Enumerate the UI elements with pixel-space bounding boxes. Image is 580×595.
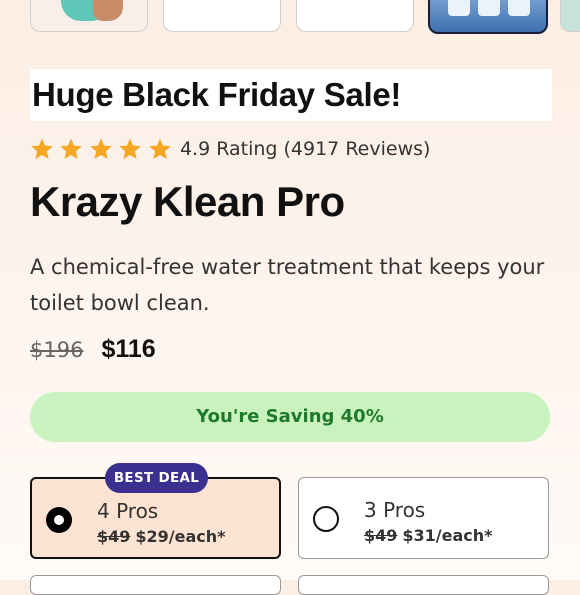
bundle-option-next[interactable] bbox=[30, 575, 281, 595]
product-pack-image bbox=[478, 0, 500, 16]
thumbnail-3[interactable] bbox=[296, 0, 414, 32]
star-icon bbox=[90, 138, 112, 159]
hand-image bbox=[93, 0, 123, 21]
product-description: A chemical-free water treatment that kee… bbox=[30, 255, 545, 315]
radio-selected[interactable] bbox=[46, 507, 72, 533]
rating-row[interactable]: 4.9 Rating (4917 Reviews) bbox=[30, 135, 430, 163]
option-unit-price: $29/each* bbox=[135, 527, 226, 546]
product-pack-image bbox=[508, 0, 530, 16]
bundle-option-next[interactable] bbox=[298, 575, 549, 595]
rating-text: 4.9 Rating (4917 Reviews) bbox=[179, 138, 431, 160]
thumbnail-2[interactable] bbox=[163, 0, 281, 32]
thumbnail-5[interactable] bbox=[560, 0, 580, 32]
option-old-price: $49 bbox=[97, 527, 131, 546]
thumbnail-1[interactable] bbox=[30, 0, 148, 32]
star-icon bbox=[31, 138, 53, 159]
promo-banner: Huge Black Friday Sale! bbox=[30, 69, 552, 121]
bundle-option-3-pros[interactable]: 3 Pros $49 $31/each* bbox=[298, 477, 549, 559]
option-name: 3 Pros bbox=[364, 498, 426, 522]
product-pack-image bbox=[448, 0, 470, 16]
price-row: $196 $116 bbox=[30, 335, 156, 364]
option-price: $49 $31/each* bbox=[364, 526, 493, 545]
thumbnail-gallery bbox=[30, 0, 580, 34]
thumbnail-4-selected[interactable] bbox=[428, 0, 548, 34]
best-deal-badge: BEST DEAL bbox=[105, 463, 208, 493]
original-price: $196 bbox=[30, 338, 84, 362]
star-icon bbox=[60, 138, 83, 159]
option-unit-price: $31/each* bbox=[402, 526, 493, 545]
product-title: Krazy Klean Pro bbox=[30, 178, 345, 225]
star-icon bbox=[119, 138, 141, 159]
option-old-price: $49 bbox=[364, 526, 398, 545]
star-icon bbox=[148, 138, 171, 159]
saving-banner: You're Saving 40% bbox=[30, 392, 550, 442]
radio-unselected[interactable] bbox=[313, 506, 339, 532]
current-price: $116 bbox=[101, 335, 156, 363]
option-name: 4 Pros bbox=[97, 499, 159, 523]
option-price: $49 $29/each* bbox=[97, 527, 226, 546]
